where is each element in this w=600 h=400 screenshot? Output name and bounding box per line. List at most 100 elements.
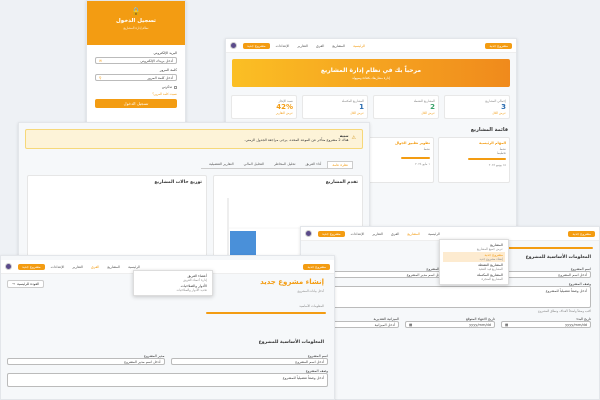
login-subtitle: نظام إدارة المشاريع [123, 26, 149, 30]
stat-link[interactable]: عرض الكل [306, 111, 364, 115]
desc-hint: اكتب وصفاً واضحاً لأهداف ونطاق المشروع [538, 309, 591, 313]
stat-total: إجمالي المشاريع 3 عرض الكل [444, 95, 510, 119]
description-textarea[interactable]: أدخل وصفاً تفصيلياً للمشروع [309, 286, 591, 308]
step-progress-bar [206, 312, 326, 314]
stat-value: 1 [359, 103, 364, 111]
email-field[interactable]: أدخل بريدك الإلكتروني ✉ [95, 57, 177, 64]
nav-teams[interactable]: الفرق [316, 44, 324, 48]
envelope-icon: ✉ [99, 58, 102, 63]
avatar[interactable] [5, 263, 12, 270]
nav-reports[interactable]: التقارير [72, 265, 83, 269]
stat-value: 42% [276, 103, 293, 111]
page-subtitle: أدخل بيانات المشروع [297, 289, 324, 293]
email-label: البريد الإلكتروني [153, 51, 178, 55]
tab-detailed[interactable]: التقارير التفصيلية [205, 161, 238, 168]
menu-item-roles[interactable]: الأدوار والصلاحيات تحديد الأدوار والصلاحي… [137, 283, 209, 293]
menu-item-team-members[interactable]: أعضاء الفريق إدارة أعضاء الفريق [137, 273, 209, 283]
status-chart-title: توزيع حالات المشاريع [154, 180, 202, 185]
nav-teams[interactable]: الفرق [391, 232, 399, 236]
nav-projects[interactable]: المشاريع [332, 44, 345, 48]
calendar-icon: ▦ [409, 322, 413, 327]
nav-reports[interactable]: التقارير [372, 232, 383, 236]
nav-home[interactable]: الرئيسية [353, 44, 365, 48]
menu-item-new-project[interactable]: مشروع جديد إنشاء مشروع جديد [443, 252, 505, 262]
tab-financial[interactable]: التحليل المالي [240, 161, 268, 168]
nav-home[interactable]: الرئيسية [428, 232, 440, 236]
project-name-field[interactable]: أدخل اسم المشروع [170, 358, 328, 365]
menu-item-projects[interactable]: المشاريع عرض جميع المشاريع [443, 242, 505, 252]
menu-item-completed[interactable]: المشاريع المكتملة المشاريع المنجزة [443, 272, 505, 282]
key-icon: ⚲ [99, 75, 102, 80]
project-date: ١٥ يونيو ٢٠٢٤ [488, 163, 506, 167]
password-field[interactable]: أدخل كلمة المرور ⚲ [95, 74, 177, 81]
password-label: كلمة المرور [159, 68, 177, 72]
arrow-icon: → [12, 282, 15, 286]
form-nav-links: الرئيسية المشاريع الفرق التقارير الإعداد… [351, 232, 441, 236]
alert-text: هناك 2 مشروع متأخر عن الموعد المحدد. يرج… [244, 138, 349, 142]
tab-overview[interactable]: نظرة عامة [327, 161, 353, 168]
project-progress-bar [467, 158, 506, 160]
project-status: نشط [423, 147, 430, 151]
project-card[interactable]: تطوير تطبيق الجوال نشط ١ مايو ٢٠٢٤ [362, 137, 434, 183]
back-home-button[interactable]: العودة للرئيسية → [7, 280, 45, 288]
stat-link[interactable]: عرض التقارير [235, 111, 293, 115]
tab-risk[interactable]: تحليل المخاطر [270, 161, 299, 168]
brand-button[interactable]: مشروع جديد [303, 263, 330, 270]
teams-dropdown-menu: أعضاء الفريق إدارة أعضاء الفريق الأدوار و… [133, 270, 213, 296]
menu-item-sub: إنشاء مشروع جديد [479, 257, 503, 261]
stat-link[interactable]: عرض الكل [377, 111, 435, 115]
menu-item-sub: المشاريع قيد التنفيذ [478, 267, 503, 271]
menu-item-sub: المشاريع المنجزة [481, 277, 503, 281]
nav-settings[interactable]: الإعدادات [51, 265, 65, 269]
stat-progress: نسبة الإنجاز 42% عرض التقارير [231, 95, 297, 119]
remember-row: تذكرني [95, 85, 177, 89]
nav-home[interactable]: الرئيسية [128, 265, 140, 269]
end-date-field[interactable]: yyyy/mm/dd ▦ [405, 321, 495, 328]
nav-settings[interactable]: الإعدادات [276, 44, 290, 48]
new-project-button[interactable]: مشروع جديد [318, 230, 345, 237]
stat-link[interactable]: عرض الكل [448, 111, 506, 115]
projects-dropdown-menu: المشاريع عرض جميع المشاريع مشروع جديد إنشا… [439, 239, 509, 285]
menu-item-sub: إدارة أعضاء الفريق [183, 278, 207, 282]
login-title: تسجيل الدخول [115, 18, 156, 24]
project-title: المهام الرئيسية [479, 141, 506, 145]
description-textarea[interactable]: أدخل وصفاً تفصيلياً للمشروع [7, 373, 328, 387]
stat-active: المشاريع النشطة 2 عرض الكل [373, 95, 439, 119]
new-project-button[interactable]: مشروع جديد [18, 263, 45, 270]
tab-team[interactable]: أداء الفريق [301, 161, 325, 168]
remember-checkbox[interactable] [174, 85, 177, 89]
nav-reports[interactable]: التقارير [297, 44, 308, 48]
nav-teams[interactable]: الفرق [91, 265, 99, 269]
login-button[interactable]: تسجيل الدخول [95, 99, 177, 108]
menu-item-active[interactable]: المشاريع النشطة المشاريع قيد التنفيذ [443, 262, 505, 272]
nav-projects[interactable]: المشاريع [407, 232, 420, 236]
menu-item-sub: تحديد الأدوار والصلاحيات [176, 288, 207, 292]
manager-field[interactable]: أدخل اسم مدير المشروع [7, 358, 165, 365]
projects-list-title: قائمة المشاريع [470, 127, 508, 133]
date-placeholder: yyyy/mm/dd [469, 322, 491, 327]
brand-button[interactable]: مشروع جديد [485, 42, 512, 49]
new-project-button[interactable]: مشروع جديد [243, 42, 270, 49]
dashboard-nav-links: الرئيسية المشاريع الفرق التقارير الإعداد… [276, 44, 366, 48]
project-card[interactable]: المهام الرئيسية نشط تخطيط ١٥ يونيو ٢٠٢٤ [438, 137, 510, 183]
front-section-title: المعلومات الأساسية للمشروع [258, 340, 324, 345]
avatar[interactable] [230, 42, 237, 49]
login-form: البريد الإلكتروني أدخل بريدك الإلكتروني … [87, 45, 185, 114]
dashboard-navbar: مشروع جديد الرئيسية المشاريع الفرق التقا… [226, 39, 516, 53]
lock-icon: 🔒 [131, 7, 141, 16]
project-progress-bar [401, 157, 430, 159]
alert-box: ⚠ تنبيه هناك 2 مشروع متأخر عن الموعد الم… [25, 129, 363, 149]
hero-banner: مرحباً بك في نظام إدارة المشاريع إدارة م… [232, 59, 510, 87]
back-home-label: العودة للرئيسية [16, 282, 40, 286]
avatar[interactable] [305, 230, 312, 237]
brand-button[interactable]: مشروع جديد [568, 230, 595, 237]
step-label: المعلومات الأساسية [299, 304, 324, 308]
forgot-password-link[interactable]: نسيت كلمة المرور؟ [95, 92, 177, 96]
nav-settings[interactable]: الإعدادات [351, 232, 365, 236]
nav-projects[interactable]: المشاريع [107, 265, 120, 269]
email-placeholder: أدخل بريدك الإلكتروني [140, 58, 173, 63]
project-date: ١ مايو ٢٠٢٤ [415, 162, 430, 166]
start-date-field[interactable]: yyyy/mm/dd ▦ [501, 321, 591, 328]
menu-item-sub: عرض جميع المشاريع [476, 247, 503, 251]
calendar-icon: ▦ [505, 322, 509, 327]
